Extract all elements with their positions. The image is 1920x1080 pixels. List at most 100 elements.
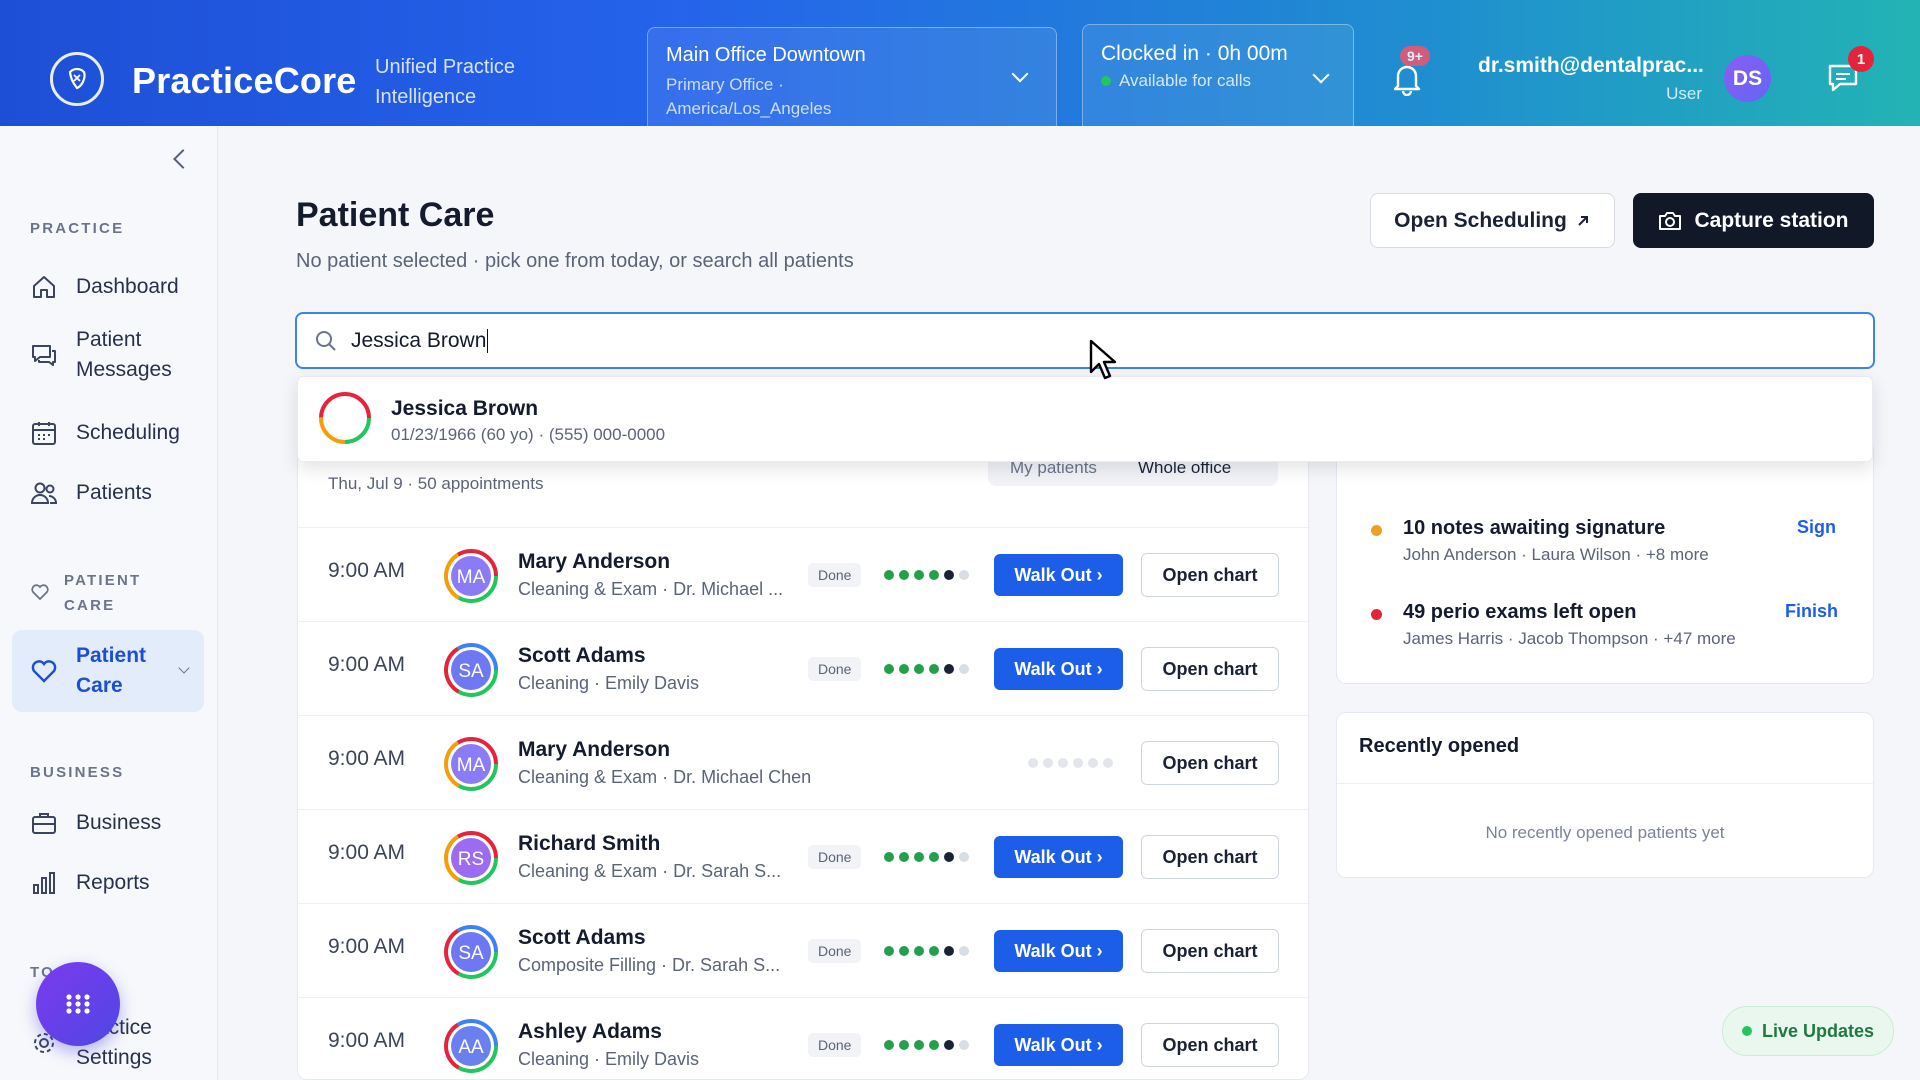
availability-row: Available for calls	[1101, 71, 1335, 91]
sidebar-item-patients[interactable]: Patients	[12, 468, 204, 518]
patient-name[interactable]: Scott Adams	[518, 644, 646, 668]
progress-dots	[884, 664, 969, 674]
sidebar-item-patient-messages[interactable]: Patient Messages	[12, 322, 204, 388]
progress-dot	[914, 664, 924, 674]
progress-dot	[944, 1040, 954, 1050]
table-row[interactable]: 9:00 AM SA Scott Adams Cleaning · Emily D…	[298, 621, 1310, 715]
section-label-patient-care: PATIENT CARE	[64, 572, 142, 614]
live-updates-indicator[interactable]: Live Updates	[1722, 1006, 1894, 1056]
walk-out-button[interactable]: Walk Out ›	[994, 836, 1123, 878]
progress-dot	[929, 946, 939, 956]
progress-dot	[959, 570, 969, 580]
progress-dot	[884, 1040, 894, 1050]
sidebar-item-reports[interactable]: Reports	[12, 858, 204, 908]
progress-dots	[884, 946, 969, 956]
appointment-description: Cleaning & Exam · Dr. Michael ...	[518, 579, 784, 599]
patient-search-input[interactable]: Jessica Brown	[295, 312, 1875, 369]
progress-dot	[929, 852, 939, 862]
avatar-initials: SA	[458, 661, 484, 682]
walk-out-button[interactable]: Walk Out ›	[994, 930, 1123, 972]
collapse-sidebar-icon[interactable]	[173, 149, 193, 169]
status-badge: Done	[808, 845, 862, 869]
table-row[interactable]: 9:00 AM RS Richard Smith Cleaning & Exam …	[298, 809, 1310, 903]
capture-station-label: Capture station	[1694, 208, 1849, 232]
recently-opened-empty: No recently opened patients yet	[1485, 823, 1725, 842]
open-chart-button[interactable]: Open chart	[1141, 1023, 1279, 1067]
open-chart-button[interactable]: Open chart	[1141, 553, 1279, 597]
progress-dot	[929, 570, 939, 580]
recently-opened-title: Recently opened	[1359, 735, 1520, 757]
sidebar-item-business[interactable]: Business	[12, 798, 204, 848]
appointment-description: Cleaning · Emily Davis	[518, 673, 700, 693]
walk-out-button[interactable]: Walk Out ›	[994, 554, 1123, 596]
status-badge: Done	[808, 563, 862, 587]
brand-name[interactable]: PracticeCore	[132, 60, 357, 102]
appointment-time: 9:00 AM	[328, 747, 406, 770]
progress-dot	[914, 946, 924, 956]
progress-dots	[1028, 758, 1113, 768]
patient-name[interactable]: Mary Anderson	[518, 550, 670, 574]
page-subtitle: No patient selected · pick one from toda…	[296, 250, 854, 272]
search-result-item[interactable]: Jessica Brown 01/23/1966 (60 yo) · (555)…	[297, 376, 1873, 462]
progress-dot	[884, 664, 894, 674]
progress-dot	[899, 852, 909, 862]
text-caret	[487, 328, 489, 353]
patient-name[interactable]: Scott Adams	[518, 926, 646, 950]
task-subtitle: John Anderson · Laura Wilson · +8 more	[1403, 545, 1709, 564]
search-icon	[316, 331, 336, 351]
avatar: SA	[444, 925, 498, 979]
office-name: Main Office Downtown	[666, 44, 866, 66]
apps-launcher-button[interactable]	[36, 962, 120, 1046]
table-row[interactable]: 9:00 AM MA Mary Anderson Cleaning & Exam …	[298, 715, 1310, 809]
bar-chart-icon	[33, 872, 55, 894]
open-chart-button[interactable]: Open chart	[1141, 741, 1279, 785]
task-title: 10 notes awaiting signature	[1403, 517, 1666, 539]
chevron-down-icon	[1011, 65, 1029, 83]
finish-link[interactable]: Finish	[1785, 601, 1838, 622]
user-email[interactable]: dr.smith@dentalprac...	[1478, 54, 1704, 78]
result-name: Jessica Brown	[391, 397, 539, 420]
result-meta: 01/23/1966 (60 yo) · (555) 000-0000	[391, 425, 666, 444]
avatar-initials: SA	[458, 943, 484, 964]
sidebar-item-label: Reports	[76, 871, 150, 894]
tasks-card: 10 notes awaiting signature John Anderso…	[1336, 440, 1874, 684]
status-badge: Done	[808, 657, 862, 681]
capture-station-button[interactable]: Capture station	[1633, 193, 1874, 248]
avatar[interactable]: DS	[1724, 55, 1771, 102]
progress-dots	[884, 1040, 969, 1050]
walk-out-button[interactable]: Walk Out ›	[994, 1024, 1123, 1066]
progress-dot	[1043, 758, 1053, 768]
sidebar-item-dashboard[interactable]: Dashboard	[12, 262, 204, 312]
today-schedule-panel: My patients Whole office Thu, Jul 9 · 50…	[297, 440, 1310, 1080]
table-row[interactable]: 9:00 AM AA Ashley Adams Cleaning · Emily …	[298, 997, 1310, 1080]
user-role: User	[1666, 84, 1702, 103]
open-scheduling-label: Open Scheduling	[1394, 208, 1567, 232]
patient-name[interactable]: Ashley Adams	[518, 1020, 662, 1044]
briefcase-icon	[32, 813, 56, 834]
progress-dot	[899, 946, 909, 956]
patient-name[interactable]: Mary Anderson	[518, 738, 670, 762]
open-chart-button[interactable]: Open chart	[1141, 647, 1279, 691]
office-selector[interactable]: Main Office Downtown Primary Office · Am…	[647, 27, 1057, 126]
open-chart-button[interactable]: Open chart	[1141, 835, 1279, 879]
table-row[interactable]: 9:00 AM SA Scott Adams Composite Filling …	[298, 903, 1310, 997]
sidebar-item-patient-care[interactable]: Patient Care	[12, 630, 204, 712]
avatar: AA	[444, 1019, 498, 1073]
progress-dot	[1088, 758, 1098, 768]
walk-out-button[interactable]: Walk Out ›	[994, 648, 1123, 690]
open-scheduling-button[interactable]: Open Scheduling	[1370, 193, 1615, 248]
progress-dot	[914, 570, 924, 580]
sidebar-item-scheduling[interactable]: Scheduling	[12, 408, 204, 458]
top-header: PracticeCore Unified Practice Intelligen…	[0, 0, 1920, 126]
open-chart-button[interactable]: Open chart	[1141, 929, 1279, 973]
progress-dot	[944, 570, 954, 580]
heart-icon	[31, 584, 49, 601]
sign-link[interactable]: Sign	[1797, 517, 1836, 538]
appointment-description: Composite Filling · Dr. Sarah S...	[518, 955, 781, 975]
patient-name[interactable]: Richard Smith	[518, 832, 660, 856]
search-value: Jessica Brown	[351, 328, 487, 352]
divider	[1337, 783, 1873, 784]
table-row[interactable]: 9:00 AM MA Mary Anderson Cleaning & Exam …	[298, 527, 1310, 621]
clock-status-selector[interactable]: Clocked in · 0h 00m Available for calls	[1082, 24, 1354, 126]
progress-dot	[899, 1040, 909, 1050]
